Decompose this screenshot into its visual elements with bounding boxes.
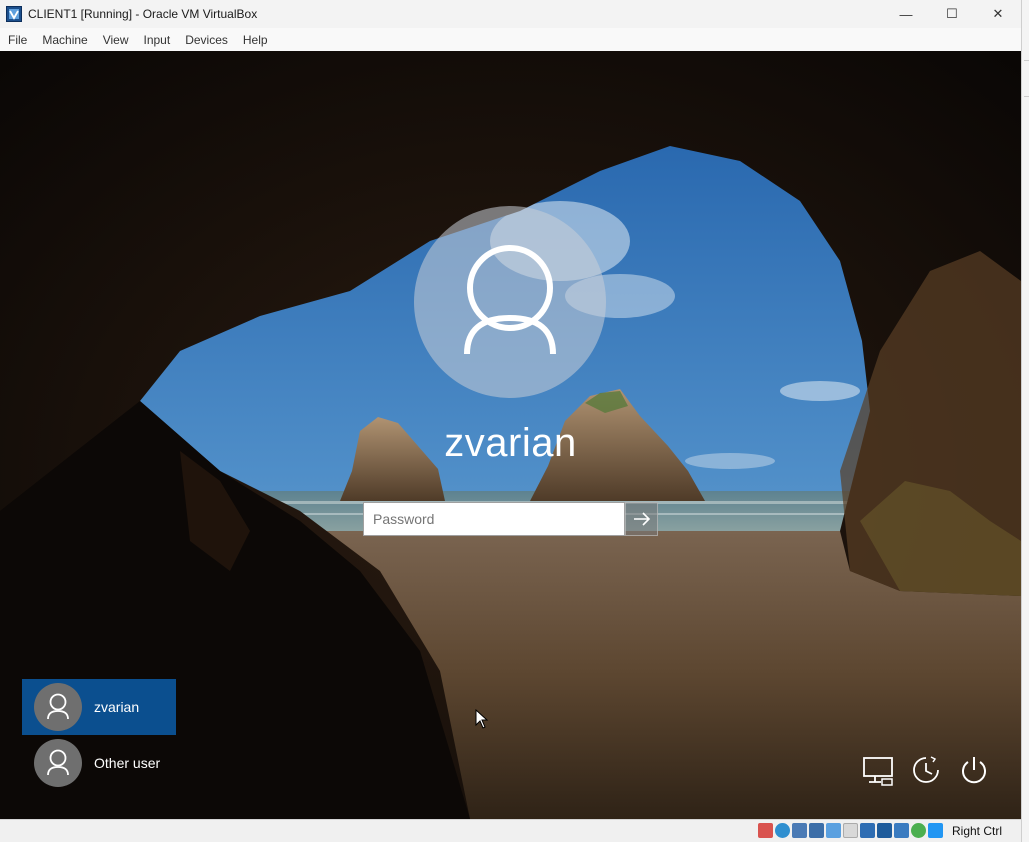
network-button[interactable] bbox=[861, 753, 895, 787]
optical-drive-icon[interactable] bbox=[775, 823, 790, 838]
power-button[interactable] bbox=[957, 753, 991, 787]
host-desktop-edge bbox=[1021, 0, 1029, 842]
user-avatar-small bbox=[34, 739, 82, 787]
user-tile-name: Other user bbox=[94, 755, 161, 771]
user-avatar-large bbox=[414, 206, 606, 398]
user-icon bbox=[464, 245, 556, 355]
user-tile-name: zvarian bbox=[94, 699, 140, 715]
menu-view[interactable]: View bbox=[96, 33, 136, 47]
menu-help[interactable]: Help bbox=[236, 33, 275, 47]
menu-bar: File Machine View Input Devices Help bbox=[0, 28, 1021, 52]
menu-input[interactable]: Input bbox=[137, 33, 178, 47]
hard-disk-icon[interactable] bbox=[758, 823, 773, 838]
maximize-button[interactable]: ☐ bbox=[929, 0, 975, 28]
user-avatar-small bbox=[34, 683, 82, 731]
host-key-label: Right Ctrl bbox=[951, 824, 1002, 838]
status-indicators bbox=[758, 823, 943, 838]
menu-file[interactable]: File bbox=[1, 33, 34, 47]
network-icon bbox=[863, 757, 893, 786]
user-icon bbox=[47, 693, 69, 720]
virtualbox-app-icon bbox=[6, 6, 22, 22]
shared-folders-icon[interactable] bbox=[843, 823, 858, 838]
user-icon bbox=[47, 749, 69, 776]
vm-display[interactable]: zvarian zvarian Other user bbox=[0, 51, 1021, 819]
ease-of-access-icon bbox=[913, 756, 939, 783]
close-button[interactable]: ✕ bbox=[975, 0, 1021, 28]
menu-devices[interactable]: Devices bbox=[178, 33, 235, 47]
recording-icon[interactable] bbox=[877, 823, 892, 838]
guest-additions-icon[interactable] bbox=[911, 823, 926, 838]
virtualization-icon[interactable] bbox=[894, 823, 909, 838]
keyboard-capture-icon[interactable] bbox=[928, 823, 943, 838]
network-adapter-icon[interactable] bbox=[809, 823, 824, 838]
display-icon[interactable] bbox=[860, 823, 875, 838]
mouse-cursor-icon bbox=[475, 709, 489, 729]
password-box bbox=[363, 502, 658, 536]
login-username: zvarian bbox=[444, 421, 577, 465]
usb-icon[interactable] bbox=[826, 823, 841, 838]
ease-of-access-button[interactable] bbox=[909, 753, 943, 787]
user-tile-zvarian[interactable]: zvarian bbox=[22, 679, 176, 735]
password-input[interactable] bbox=[363, 502, 625, 536]
minimize-button[interactable]: — bbox=[883, 0, 929, 28]
power-icon bbox=[962, 757, 986, 784]
audio-icon[interactable] bbox=[792, 823, 807, 838]
vm-status-bar: Right Ctrl bbox=[0, 819, 1021, 842]
menu-machine[interactable]: Machine bbox=[35, 33, 94, 47]
submit-arrow-button[interactable] bbox=[625, 502, 658, 536]
arrow-right-icon bbox=[633, 512, 650, 526]
window-title: CLIENT1 [Running] - Oracle VM VirtualBox bbox=[28, 7, 258, 21]
user-tile-other-user[interactable]: Other user bbox=[22, 735, 176, 791]
window-titlebar: CLIENT1 [Running] - Oracle VM VirtualBox… bbox=[0, 0, 1021, 28]
